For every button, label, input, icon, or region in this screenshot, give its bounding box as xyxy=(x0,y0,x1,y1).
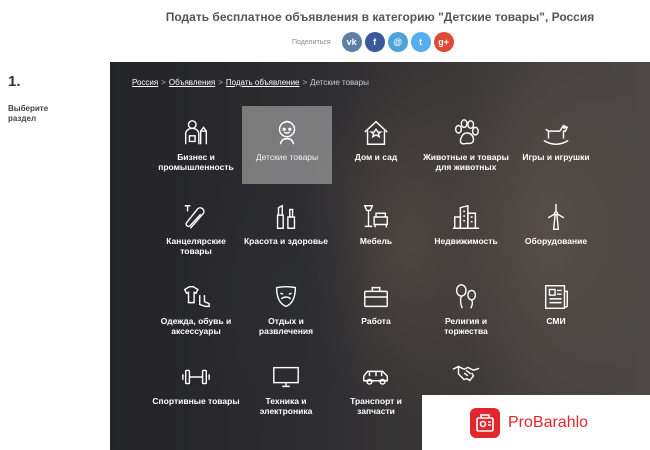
category-beauty-health[interactable]: Красота и здоровье xyxy=(242,202,330,246)
furniture-icon xyxy=(363,205,388,228)
category-animals[interactable]: Животные и товары для животных xyxy=(422,118,510,172)
balloons-icon xyxy=(455,284,477,309)
breadcrumb-current: Детские товары xyxy=(310,78,369,87)
step-label: Выберите раздел xyxy=(8,104,49,123)
odnoklassniki-icon: @ xyxy=(393,37,403,47)
category-stationery[interactable]: Канцелярские товары xyxy=(152,202,240,256)
category-real-estate[interactable]: Недвижимость xyxy=(422,202,510,246)
house-icon xyxy=(364,120,388,145)
facebook-icon: f xyxy=(373,37,377,47)
category-label: Работа xyxy=(361,316,391,326)
car-icon xyxy=(363,370,388,385)
share-bar: Поделиться vk f @ t g+ xyxy=(292,31,454,53)
briefcase-icon xyxy=(364,286,388,308)
breadcrumb-link-post-ad[interactable]: Подать объявление xyxy=(226,78,300,87)
google-plus-share-button[interactable]: g+ xyxy=(433,32,454,52)
category-label: Дом и сад xyxy=(354,152,398,162)
category-electronics[interactable]: Техника и электроника xyxy=(242,362,330,416)
paperclip-icon xyxy=(184,205,205,229)
breadcrumb: Россия > Объявления > Подать объявление > Детс… xyxy=(132,78,369,87)
business-icon xyxy=(184,120,208,145)
breadcrumb-link-ads[interactable]: Объявления xyxy=(169,78,215,87)
probarahlo-watermark: ProBarahlo xyxy=(422,395,650,450)
facebook-share-button[interactable]: f xyxy=(364,32,385,52)
category-label: Техника и электроника xyxy=(259,396,313,416)
category-label: Транспорт и запчасти xyxy=(350,396,402,416)
step-number: 1. xyxy=(8,73,21,90)
breadcrumb-separator: > xyxy=(161,78,166,87)
buildings-icon xyxy=(452,204,480,229)
twitter-icon: t xyxy=(419,37,423,47)
category-label: Одежда, обувь и аксессуары xyxy=(160,316,232,336)
breadcrumb-separator: > xyxy=(302,78,308,87)
category-label: Игры и игрушки xyxy=(522,152,590,162)
paw-icon xyxy=(454,119,479,145)
category-religion[interactable]: Религия и торжества xyxy=(422,282,510,336)
category-sports[interactable]: Спортивные товары xyxy=(152,362,240,406)
rocking-horse-icon xyxy=(543,124,569,145)
category-label: Детские товары xyxy=(255,152,319,162)
category-business[interactable]: Бизнес и промышленность xyxy=(152,118,240,172)
category-clothes[interactable]: Одежда, обувь и аксессуары xyxy=(152,282,240,336)
probarahlo-logo-icon xyxy=(470,407,500,438)
category-media[interactable]: СМИ xyxy=(512,282,600,326)
category-equipment[interactable]: Оборудование xyxy=(512,202,600,246)
vk-icon: vk xyxy=(346,37,357,47)
category-jobs[interactable]: Работа xyxy=(332,282,420,326)
category-transport[interactable]: Транспорт и запчасти xyxy=(332,362,420,416)
wind-turbine-icon xyxy=(547,203,565,230)
category-services[interactable] xyxy=(422,358,510,392)
breadcrumb-separator: > xyxy=(218,78,223,87)
vk-share-button[interactable]: vk xyxy=(341,32,362,52)
monitor-icon xyxy=(273,366,299,388)
category-label: Красота и здоровье xyxy=(243,236,329,246)
probarahlo-logo-text: ProBarahlo xyxy=(508,413,589,431)
breadcrumb-link-russia[interactable]: Россия xyxy=(132,78,158,87)
category-label: СМИ xyxy=(546,316,566,326)
share-label: Поделиться xyxy=(292,38,331,46)
category-games-toys[interactable]: Игры и игрушки xyxy=(512,118,600,162)
clothes-icon xyxy=(183,285,210,308)
category-label: Мебель xyxy=(359,236,393,246)
category-label: Недвижимость xyxy=(434,236,498,246)
newspaper-icon xyxy=(544,285,568,309)
odnoklassniki-share-button[interactable]: @ xyxy=(387,32,408,52)
twitter-share-button[interactable]: t xyxy=(410,32,431,52)
baby-icon xyxy=(278,120,296,145)
category-label: Религия и торжества xyxy=(444,316,488,336)
category-furniture[interactable]: Мебель xyxy=(332,202,420,246)
theater-mask-icon xyxy=(275,285,297,308)
category-label: Спортивные товары xyxy=(152,396,240,406)
category-home-garden[interactable]: Дом и сад xyxy=(332,118,420,162)
category-label: Отдых и развлечения xyxy=(258,316,314,336)
category-label: Животные и товары для животных xyxy=(423,152,509,172)
cosmetics-icon xyxy=(276,204,296,229)
category-leisure[interactable]: Отдых и развлечения xyxy=(242,282,330,336)
dumbbell-icon xyxy=(182,369,210,385)
category-label: Бизнес и промышленность xyxy=(158,152,234,172)
category-label: Оборудование xyxy=(524,236,588,246)
category-label: Канцелярские товары xyxy=(166,236,226,256)
page-title: Подать бесплатное объявления в категорию… xyxy=(165,10,595,24)
category-kids[interactable]: Детские товары xyxy=(242,106,332,184)
handshake-icon xyxy=(452,365,480,382)
google-plus-icon: g+ xyxy=(438,37,450,47)
category-panel: Россия > Объявления > Подать объявление > Детс… xyxy=(110,62,650,450)
